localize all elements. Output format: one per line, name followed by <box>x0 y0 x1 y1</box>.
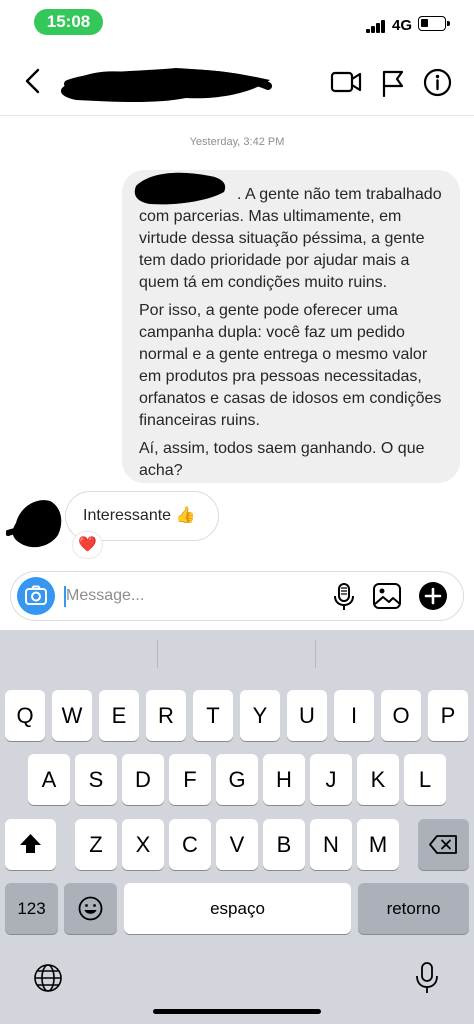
contact-name-redacted[interactable] <box>56 60 276 106</box>
redaction-scribble <box>134 172 226 205</box>
key-g[interactable]: G <box>216 754 258 805</box>
key-m[interactable]: M <box>357 819 399 870</box>
message-input[interactable] <box>66 580 326 612</box>
camera-icon <box>25 585 47 605</box>
backspace-key[interactable] <box>418 819 469 870</box>
key-r[interactable]: R <box>146 690 186 741</box>
outgoing-message-paragraph: Aí, assim, todos saem ganhando. O que ac… <box>139 440 425 479</box>
space-key[interactable]: espaço <box>124 883 351 934</box>
key-w[interactable]: W <box>52 690 92 741</box>
key-a[interactable]: A <box>28 754 70 805</box>
key-z[interactable]: Z <box>75 819 117 870</box>
key-l[interactable]: L <box>404 754 446 805</box>
heart-reaction-icon[interactable]: ❤️ <box>72 531 103 559</box>
key-i[interactable]: I <box>334 690 374 741</box>
outgoing-message-paragraph: Por isso, a gente pode oferecer uma camp… <box>139 302 442 429</box>
key-y[interactable]: Y <box>240 690 280 741</box>
emoji-key[interactable] <box>64 883 117 934</box>
numbers-key[interactable]: 123 <box>5 883 58 934</box>
gallery-icon[interactable] <box>372 581 402 611</box>
key-o[interactable]: O <box>381 690 421 741</box>
key-u[interactable]: U <box>287 690 327 741</box>
message-composer <box>10 571 464 621</box>
suggestion-bar <box>0 630 474 678</box>
key-q[interactable]: Q <box>5 690 45 741</box>
video-camera-icon[interactable] <box>330 70 362 94</box>
emoji-icon <box>78 896 103 921</box>
key-x[interactable]: X <box>122 819 164 870</box>
outgoing-message-bubble[interactable]: . A gente não tem trabalhado com parceri… <box>122 170 460 483</box>
cellular-signal-icon <box>366 19 386 33</box>
home-indicator <box>153 1009 321 1014</box>
dictation-microphone-icon[interactable] <box>415 961 439 995</box>
return-key[interactable]: retorno <box>358 883 469 934</box>
chevron-left-icon[interactable] <box>22 68 44 94</box>
add-button[interactable] <box>419 582 447 610</box>
key-d[interactable]: D <box>122 754 164 805</box>
key-k[interactable]: K <box>357 754 399 805</box>
key-p[interactable]: P <box>428 690 468 741</box>
plus-icon <box>424 587 442 605</box>
key-f[interactable]: F <box>169 754 211 805</box>
contact-avatar-redacted[interactable] <box>6 493 66 553</box>
shift-key[interactable] <box>5 819 56 870</box>
battery-icon <box>418 16 450 31</box>
info-icon[interactable] <box>423 68 452 97</box>
status-time: 15:08 <box>34 9 103 35</box>
shift-icon <box>20 834 41 853</box>
key-v[interactable]: V <box>216 819 258 870</box>
globe-icon[interactable] <box>33 963 63 993</box>
chat-header <box>0 44 474 116</box>
key-t[interactable]: T <box>193 690 233 741</box>
key-s[interactable]: S <box>75 754 117 805</box>
keyboard: Q W E R T Y U I O P A S D F G H J K L Z … <box>0 630 474 1024</box>
key-h[interactable]: H <box>263 754 305 805</box>
network-type: 4G <box>392 17 413 34</box>
key-c[interactable]: C <box>169 819 211 870</box>
key-n[interactable]: N <box>310 819 352 870</box>
message-timestamp: Yesterday, 3:42 PM <box>189 136 285 148</box>
flag-icon[interactable] <box>380 69 406 97</box>
status-bar: 15:08 4G <box>0 0 474 44</box>
microphone-icon[interactable] <box>333 582 355 612</box>
key-e[interactable]: E <box>99 690 139 741</box>
key-b[interactable]: B <box>263 819 305 870</box>
camera-button[interactable] <box>17 577 55 615</box>
key-j[interactable]: J <box>310 754 352 805</box>
backspace-icon <box>429 835 457 854</box>
